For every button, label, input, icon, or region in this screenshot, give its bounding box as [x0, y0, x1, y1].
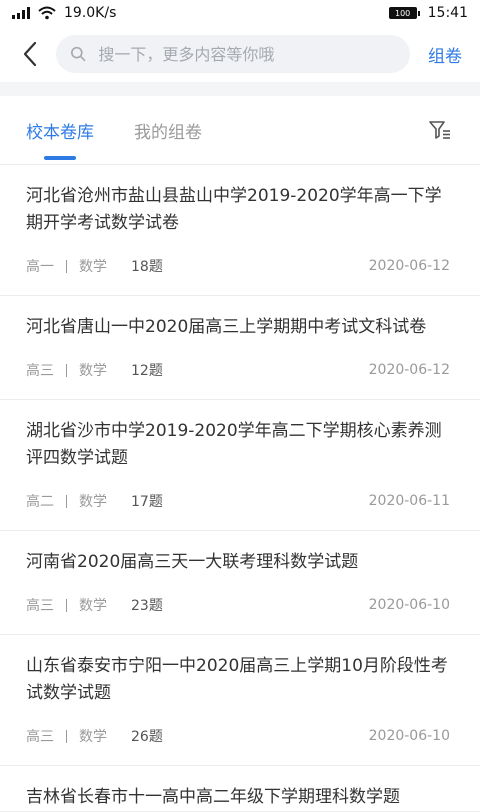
list-item[interactable]: 山东省泰安市宁阳一中2020届高三上学期10月阶段性考试数学试题 高三 数学 2…	[0, 635, 480, 766]
item-title: 河北省唐山一中2020届高三上学期期中考试文科试卷	[26, 317, 427, 337]
item-grade: 高一	[26, 259, 54, 275]
item-date: 2020-06-10	[368, 728, 450, 744]
list-item[interactable]: 湖北省沙市中学2019-2020学年高二下学期核心素养测评四数学试题 高二 数学…	[0, 400, 480, 531]
meta-divider	[66, 598, 67, 612]
item-count: 18题	[131, 259, 163, 275]
filter-icon	[429, 121, 450, 139]
item-subject: 数学	[79, 363, 107, 379]
battery-level: 100	[395, 8, 411, 18]
compose-button[interactable]: 组卷	[422, 42, 468, 67]
item-date: 2020-06-12	[368, 258, 450, 274]
item-meta: 高三 数学 23题 2020-06-10	[26, 576, 450, 634]
item-grade: 高二	[26, 494, 54, 510]
list-item[interactable]: 河南省2020届高三天一大联考理科数学试题 高三 数学 23题 2020-06-…	[0, 531, 480, 635]
list-item[interactable]: 河北省唐山一中2020届高三上学期期中考试文科试卷 高三 数学 12题 2020…	[0, 296, 480, 400]
top-bar: 组卷	[0, 26, 480, 82]
back-button[interactable]	[16, 34, 44, 74]
item-count: 23题	[131, 598, 163, 614]
item-grade: 高三	[26, 598, 54, 614]
item-subject: 数学	[79, 259, 107, 275]
filter-button[interactable]	[428, 119, 452, 141]
meta-divider	[66, 363, 67, 377]
signal-icon	[12, 7, 30, 19]
battery-icon: 100	[388, 7, 420, 19]
tab-school-library[interactable]: 校本卷库	[26, 96, 94, 164]
status-bar: 19.0K/s 100 15:41	[0, 0, 480, 26]
item-title: 湖北省沙市中学2019-2020学年高二下学期核心素养测评四数学试题	[26, 421, 442, 468]
wifi-icon	[38, 6, 56, 20]
item-meta: 高三 数学 12题 2020-06-12	[26, 341, 450, 399]
list-item[interactable]: 吉林省长春市十一高中高二年级下学期理科数学题	[0, 766, 480, 812]
meta-divider	[66, 259, 67, 273]
network-speed: 19.0K/s	[64, 5, 117, 21]
item-meta: 高三 数学 26题 2020-06-10	[26, 707, 450, 765]
item-grade: 高三	[26, 363, 54, 379]
item-count: 17题	[131, 494, 163, 510]
paper-list: 河北省沧州市盐山县盐山中学2019-2020学年高一下学期开学考试数学试卷 高一…	[0, 165, 480, 812]
search-icon	[70, 46, 86, 62]
item-title: 河南省2020届高三天一大联考理科数学试题	[26, 552, 359, 572]
item-meta: 高一 数学 18题 2020-06-12	[26, 237, 450, 295]
item-grade: 高三	[26, 729, 54, 745]
tab-my-papers[interactable]: 我的组卷	[134, 96, 202, 164]
section-divider	[0, 82, 480, 96]
item-subject: 数学	[79, 729, 107, 745]
chevron-left-icon	[23, 41, 37, 67]
item-meta: 高二 数学 17题 2020-06-11	[26, 472, 450, 530]
item-date: 2020-06-12	[368, 362, 450, 378]
list-item[interactable]: 河北省沧州市盐山县盐山中学2019-2020学年高一下学期开学考试数学试卷 高一…	[0, 165, 480, 296]
item-title: 山东省泰安市宁阳一中2020届高三上学期10月阶段性考试数学试题	[26, 656, 448, 703]
status-time: 15:41	[427, 5, 468, 21]
item-count: 26题	[131, 729, 163, 745]
search-input[interactable]	[96, 43, 396, 65]
tab-bar: 校本卷库 我的组卷	[0, 96, 480, 165]
item-count: 12题	[131, 363, 163, 379]
search-box[interactable]	[56, 35, 410, 73]
item-title: 吉林省长春市十一高中高二年级下学期理科数学题	[26, 787, 400, 807]
meta-divider	[66, 494, 67, 508]
item-date: 2020-06-10	[368, 597, 450, 613]
status-right: 100 15:41	[388, 5, 468, 21]
item-subject: 数学	[79, 598, 107, 614]
status-left: 19.0K/s	[12, 5, 116, 21]
item-date: 2020-06-11	[368, 493, 450, 509]
item-subject: 数学	[79, 494, 107, 510]
meta-divider	[66, 729, 67, 743]
item-title: 河北省沧州市盐山县盐山中学2019-2020学年高一下学期开学考试数学试卷	[26, 186, 442, 233]
